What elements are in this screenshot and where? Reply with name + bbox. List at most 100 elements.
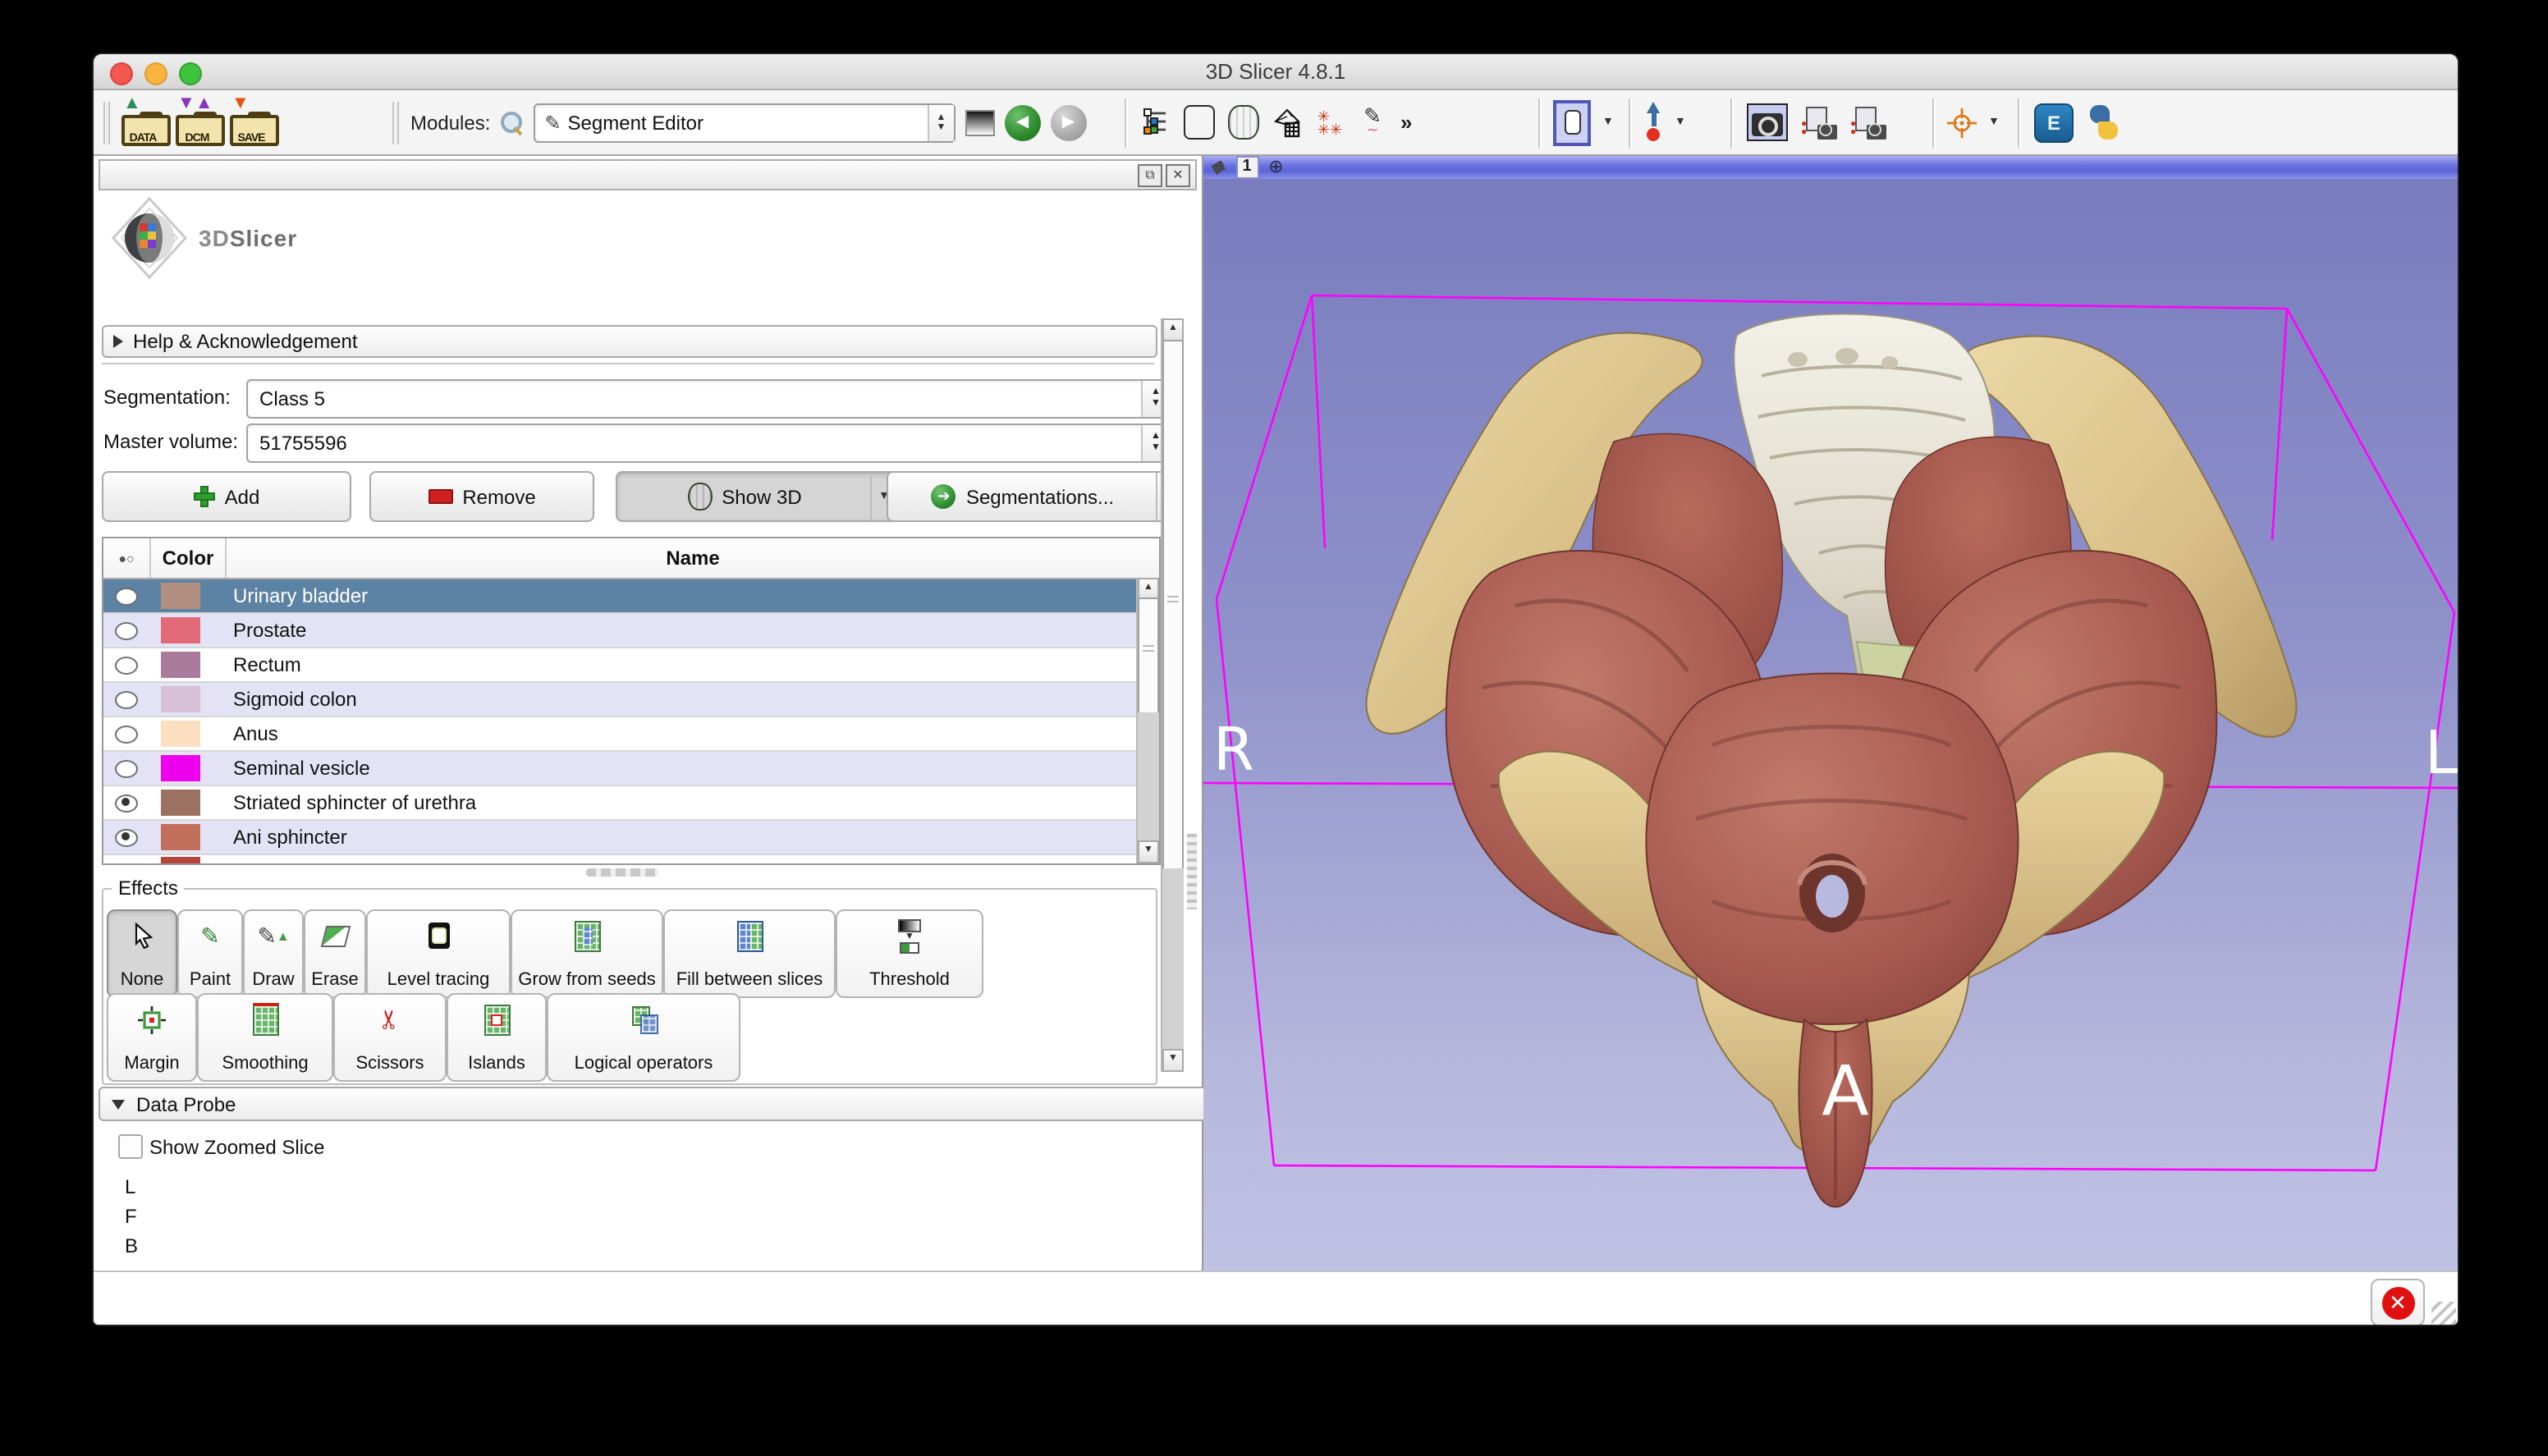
visibility-toggle[interactable] <box>103 828 149 846</box>
segment-color-chip[interactable] <box>161 583 200 609</box>
segment-color-chip[interactable] <box>161 617 200 643</box>
segment-color-chip[interactable] <box>161 790 200 816</box>
toolbar-drag-handle[interactable] <box>103 101 112 144</box>
effect-grow-from-seeds-button[interactable]: Grow from seeds <box>511 909 663 998</box>
load-data-button[interactable]: ▲ DATA <box>121 99 166 145</box>
visibility-toggle[interactable] <box>103 621 149 639</box>
visibility-column-header[interactable]: ●○ <box>103 538 151 578</box>
segment-color-chip[interactable] <box>161 857 200 865</box>
module-spinner[interactable]: ▲▼ <box>927 104 953 140</box>
effect-erase-button[interactable]: Erase <box>304 909 366 998</box>
name-column-header[interactable]: Name <box>227 538 1159 578</box>
module-forward-button[interactable]: ▶ <box>1050 104 1086 140</box>
threed-view-header[interactable]: 1 ⊕ <box>1203 156 2458 179</box>
segment-row[interactable]: Prostate <box>103 614 1159 648</box>
error-log-button[interactable]: ✕ <box>2371 1279 2425 1326</box>
segment-row[interactable]: Striated sphincter of urethra <box>103 786 1159 821</box>
effect-fill-between-slices-button[interactable]: Fill between slices <box>663 909 836 998</box>
view-options-icon[interactable]: ⊕ <box>1268 158 1283 176</box>
threed-view[interactable]: 1 ⊕ <box>1203 156 2458 1271</box>
segment-row[interactable]: Sigmoid colon <box>103 683 1159 717</box>
visibility-toggle[interactable] <box>103 656 149 674</box>
scene-view-save-button[interactable]: ●● <box>1801 106 1837 139</box>
scrollbar-track[interactable] <box>1138 712 1159 844</box>
scrollbar-track[interactable] <box>1162 868 1184 1051</box>
segmentation-selector[interactable]: Class 5 ▲▼ <box>246 379 1171 419</box>
segment-row[interactable]: Seminal vesicle <box>103 752 1159 786</box>
volume-rendering-icon[interactable] <box>1184 105 1215 140</box>
effect-scissors-button[interactable]: ✂ Scissors <box>333 993 447 1082</box>
extensions-manager-icon[interactable]: E <box>2034 103 2074 142</box>
visibility-toggle[interactable] <box>103 690 149 708</box>
show-zoomed-slice-checkbox[interactable] <box>118 1134 143 1159</box>
layout-dropdown-caret[interactable]: ▼ <box>1602 117 1614 128</box>
table-resize-handle[interactable] <box>586 868 658 877</box>
markups-icon[interactable]: ✳✳✳ <box>1315 108 1345 137</box>
scroll-up-button[interactable]: ▲ <box>1162 318 1184 341</box>
data-probe-section[interactable]: Data Probe <box>99 1087 1208 1121</box>
close-panel-icon[interactable]: ✕ <box>1166 164 1190 187</box>
layout-selector-button[interactable] <box>1553 99 1591 145</box>
window-resize-grip[interactable] <box>2431 1302 2456 1326</box>
remove-segment-button[interactable]: Remove <box>369 471 594 522</box>
segment-row[interactable]: Urinary bladder <box>103 579 1159 614</box>
effect-islands-button[interactable]: Islands <box>447 993 547 1082</box>
segment-table-scrollbar[interactable]: ▲ ▼ <box>1136 578 1159 863</box>
scrollbar-thumb[interactable] <box>1138 598 1159 716</box>
module-back-button[interactable]: ◀ <box>1004 104 1040 140</box>
load-dicom-button[interactable]: ▼▲ DCM <box>176 99 220 145</box>
add-segment-button[interactable]: Add <box>102 471 351 522</box>
save-button[interactable]: ▼ SAVE <box>230 99 274 145</box>
show-3d-button[interactable]: Show 3D ▼ <box>616 471 898 522</box>
master-volume-selector[interactable]: 51755596 ▲▼ <box>246 424 1171 463</box>
effect-threshold-button[interactable]: ▼ Threshold <box>836 909 983 998</box>
scroll-down-button[interactable]: ▼ <box>1138 840 1159 863</box>
segment-color-chip[interactable] <box>161 721 200 747</box>
float-panel-icon[interactable]: ⧉ <box>1138 164 1162 187</box>
fiducial-dropdown-caret[interactable]: ▼ <box>1675 117 1686 128</box>
effect-none-button[interactable]: None <box>107 909 177 998</box>
segmentation-module-icon[interactable] <box>1228 105 1259 140</box>
place-fiducial-button[interactable] <box>1643 104 1663 140</box>
effect-paint-button[interactable]: ✎ Paint <box>177 909 243 998</box>
visibility-toggle[interactable] <box>103 759 149 777</box>
python-console-icon[interactable] <box>2087 105 2121 140</box>
transforms-icon[interactable] <box>1272 108 1302 137</box>
segment-row[interactable]: Rectum <box>103 648 1159 683</box>
segment-color-chip[interactable] <box>161 652 200 678</box>
scroll-down-button[interactable]: ▼ <box>1162 1049 1184 1072</box>
segmentations-button[interactable]: ➔ Segmentations... ▼ <box>887 471 1184 522</box>
annotations-icon[interactable]: ✎∼ <box>1358 108 1387 137</box>
subject-hierarchy-icon[interactable] <box>1141 108 1171 137</box>
panel-dock-titlebar[interactable]: ⧉ ✕ <box>99 159 1197 190</box>
module-selector[interactable]: ✎ Segment Editor ▲▼ <box>533 103 955 142</box>
toolbar-overflow-chevron[interactable]: » <box>1400 110 1412 135</box>
crosshair-button[interactable] <box>1945 106 1978 139</box>
effect-draw-button[interactable]: ✎▲ Draw <box>243 909 304 998</box>
visibility-toggle[interactable] <box>103 725 149 743</box>
segment-color-chip[interactable] <box>161 755 200 781</box>
toolbar-drag-handle[interactable] <box>392 101 401 144</box>
title-bar[interactable]: 3D Slicer 4.8.1 <box>94 54 2458 90</box>
screenshot-button[interactable] <box>1747 103 1788 141</box>
module-search-icon[interactable] <box>500 111 523 134</box>
module-history-icon[interactable] <box>965 109 994 135</box>
panel-scrollbar[interactable]: ▲ ▼ <box>1161 318 1182 1072</box>
color-column-header[interactable]: Color <box>151 538 227 578</box>
pin-icon[interactable] <box>1211 160 1226 175</box>
effect-logical-operators-button[interactable]: Logical operators <box>547 993 740 1082</box>
effect-smoothing-button[interactable]: Smoothing <box>197 993 333 1082</box>
threed-render-canvas[interactable]: R L A <box>1203 179 2458 1271</box>
scrollbar-thumb[interactable] <box>1162 340 1184 872</box>
segment-row-partial[interactable] <box>103 855 1159 865</box>
segment-color-chip[interactable] <box>161 824 200 850</box>
segment-color-chip[interactable] <box>161 686 200 712</box>
effect-margin-button[interactable]: Margin <box>107 993 197 1082</box>
crosshair-dropdown-caret[interactable]: ▼ <box>1988 117 2000 128</box>
scene-view-restore-button[interactable]: ●● <box>1850 106 1886 139</box>
panel-splitter-handle[interactable] <box>1187 834 1197 909</box>
help-acknowledgement-section[interactable]: Help & Acknowledgement <box>102 325 1157 358</box>
segment-row[interactable]: Ani sphincter <box>103 821 1159 855</box>
segment-row[interactable]: Anus <box>103 717 1159 752</box>
visibility-toggle[interactable] <box>103 587 149 605</box>
